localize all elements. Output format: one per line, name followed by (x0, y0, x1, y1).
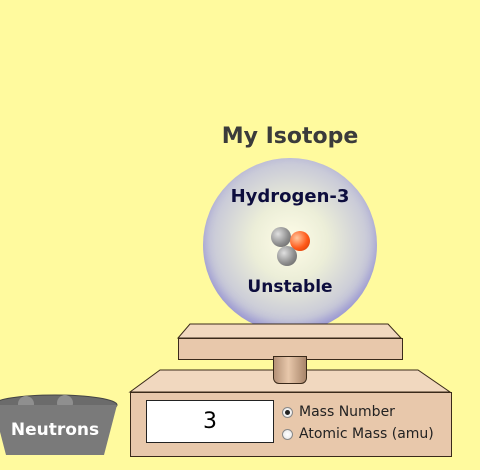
scale-stem (273, 356, 307, 384)
isotope-title: My Isotope (221, 124, 359, 149)
stability-label: Unstable (247, 277, 333, 297)
neutron-particle[interactable] (277, 246, 297, 266)
radio-selected-icon[interactable] (282, 406, 293, 418)
atomic-mass-label: Atomic Mass (amu) (299, 426, 434, 442)
radio-unselected-icon[interactable] (282, 428, 293, 440)
element-name-label: Hydrogen-3 (230, 186, 350, 207)
neutron-bucket-label: Neutrons (10, 420, 100, 440)
mass-number-option[interactable]: Mass Number (282, 404, 395, 420)
mass-number-label: Mass Number (299, 404, 395, 420)
atomic-mass-option[interactable]: Atomic Mass (amu) (282, 426, 434, 442)
neutron-particle[interactable] (271, 227, 291, 247)
mass-readout: 3 (146, 400, 274, 443)
